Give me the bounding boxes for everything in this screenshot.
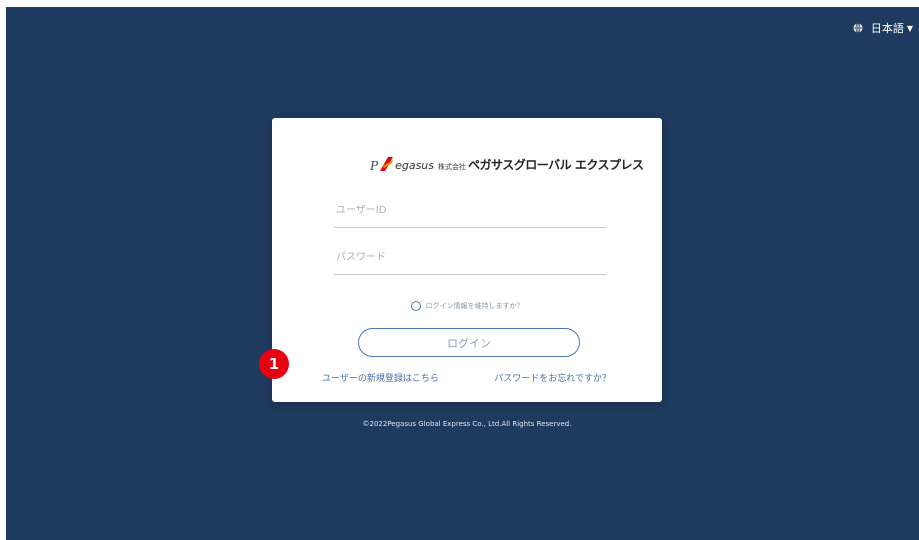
remember-label: ログイン情報を維持しますか？ (425, 302, 524, 310)
logo-prefix: P (370, 159, 379, 173)
language-label: 日本語 (870, 22, 904, 35)
login-button[interactable]: ログイン (358, 328, 580, 357)
logo-corp: 株式会社 (438, 163, 467, 171)
login-card: P egasus 株式会社 ペガサスグローバル エクスプレス ログイン情報を維持… (272, 118, 662, 402)
forgot-password-link[interactable]: パスワードをお忘れですか？ (494, 371, 611, 384)
globe-icon (853, 23, 863, 33)
copyright-footer: ©2022Pegasus Global Express Co., Ltd.All… (362, 420, 572, 428)
language-selector[interactable]: 日本語 ▼ (853, 20, 913, 36)
company-logo: P egasus 株式会社 ペガサスグローバル エクスプレス (370, 150, 644, 173)
caret-down-icon: ▼ (906, 23, 913, 33)
login-page: 日本語 ▼ P egasus 株式会社 ペガサスグローバル エクスプレス ログイ… (6, 7, 919, 540)
pegasus-logo-icon (380, 157, 394, 171)
remember-radio[interactable] (410, 301, 421, 311)
remember-login: ログイン情報を維持しますか？ (272, 301, 662, 311)
password-input[interactable] (334, 240, 606, 275)
register-link[interactable]: ユーザーの新規登録はこちら (322, 371, 439, 384)
userid-input[interactable] (334, 193, 606, 228)
logo-company-name: ペガサスグローバル エクスプレス (468, 158, 644, 172)
annotation-badge: 1 (259, 349, 289, 379)
logo-brand: egasus (395, 159, 435, 172)
